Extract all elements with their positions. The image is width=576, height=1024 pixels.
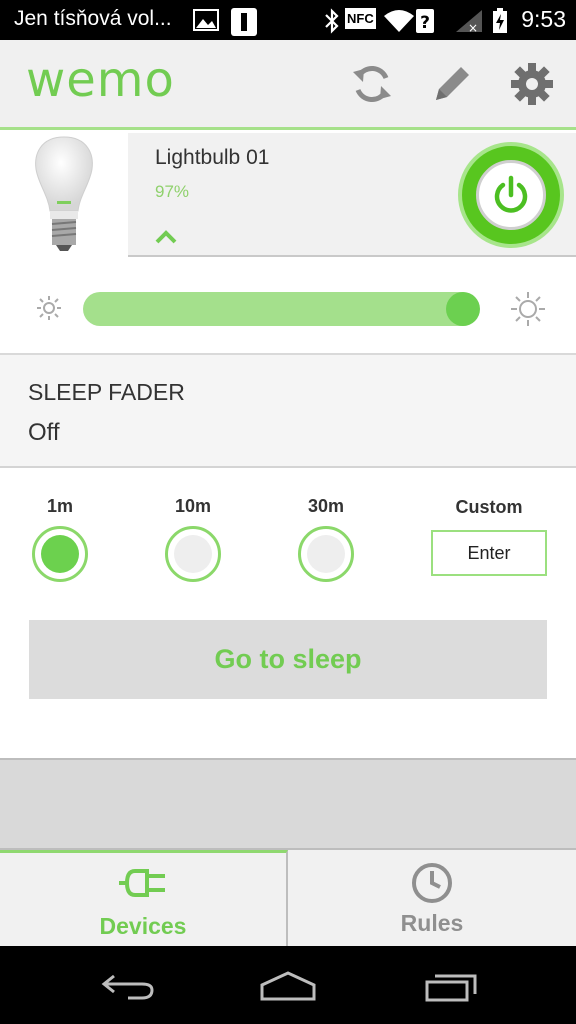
bluetooth-icon — [322, 8, 342, 34]
svg-text:?: ? — [420, 13, 430, 33]
status-bar: Jen tísňová vol... NFC ? × 9:53 — [0, 0, 576, 40]
sleep-fader-value: Off — [28, 419, 60, 446]
device-level: 97% — [155, 182, 190, 201]
option-10m-label: 10m — [174, 496, 212, 516]
option-10m-radio[interactable] — [165, 526, 221, 582]
refresh-icon[interactable] — [348, 60, 396, 108]
sun-bright-icon — [510, 291, 546, 332]
tab-rules[interactable]: Rules — [288, 850, 576, 948]
option-1m-label: 1m — [46, 496, 73, 516]
wifi-icon — [382, 8, 416, 32]
settings-icon[interactable] — [508, 60, 556, 108]
device-row[interactable]: Lightbulb 01 97% — [0, 133, 576, 257]
option-1m-label-wrap: 1m — [20, 496, 100, 517]
tab-rules-label: Rules — [400, 910, 464, 936]
battery-icon — [492, 8, 508, 33]
brightness-slider-track[interactable] — [83, 292, 479, 326]
sleep-fader-panel[interactable]: SLEEP FADER Off — [0, 355, 576, 468]
custom-time-input[interactable] — [431, 530, 547, 576]
brightness-slider-thumb[interactable] — [446, 292, 480, 326]
option-30m-label: 30m — [307, 496, 345, 516]
signal-icon: × — [454, 8, 484, 35]
navigation-bar — [0, 946, 576, 1024]
unknown-network-icon: ? — [416, 9, 434, 33]
app-header: wemo — [0, 40, 576, 130]
option-30m-label-wrap: 30m — [286, 496, 366, 517]
tab-devices[interactable]: Devices — [0, 850, 288, 948]
nfc-icon: NFC — [345, 8, 376, 29]
custom-label: Custom — [455, 497, 523, 517]
brightness-control — [0, 257, 576, 355]
option-1m-radio[interactable] — [32, 526, 88, 582]
option-10m-label-wrap: 10m — [153, 496, 233, 517]
option-30m-radio[interactable] — [298, 526, 354, 582]
go-to-sleep-button[interactable]: Go to sleep — [29, 620, 547, 699]
empty-area — [0, 760, 576, 848]
lightbulb-image — [0, 133, 128, 257]
sun-dim-icon — [36, 295, 62, 326]
power-icon — [476, 160, 546, 230]
clock-icon — [411, 862, 453, 909]
recent-apps-icon[interactable] — [416, 968, 486, 1004]
home-icon[interactable] — [253, 968, 323, 1004]
bottom-tabs: Devices Rules — [0, 848, 576, 948]
sim-icon — [230, 8, 258, 36]
wemo-logo: wemo — [26, 52, 175, 108]
image-icon — [193, 8, 219, 32]
power-button[interactable] — [462, 146, 560, 244]
sleep-fader-title: SLEEP FADER — [28, 379, 185, 405]
device-name: Lightbulb 01 — [155, 146, 270, 169]
notification-text: Jen tísňová vol... — [14, 7, 172, 30]
plug-icon — [117, 865, 169, 906]
clock: 9:53 — [521, 6, 566, 32]
back-icon[interactable] — [93, 968, 163, 1004]
chevron-up-icon[interactable] — [154, 229, 178, 250]
edit-icon[interactable] — [428, 60, 476, 108]
tab-devices-label: Devices — [99, 913, 187, 939]
timer-options: 1m 10m 30m Custom Go to sleep — [0, 468, 576, 760]
svg-text:×: × — [468, 21, 478, 34]
